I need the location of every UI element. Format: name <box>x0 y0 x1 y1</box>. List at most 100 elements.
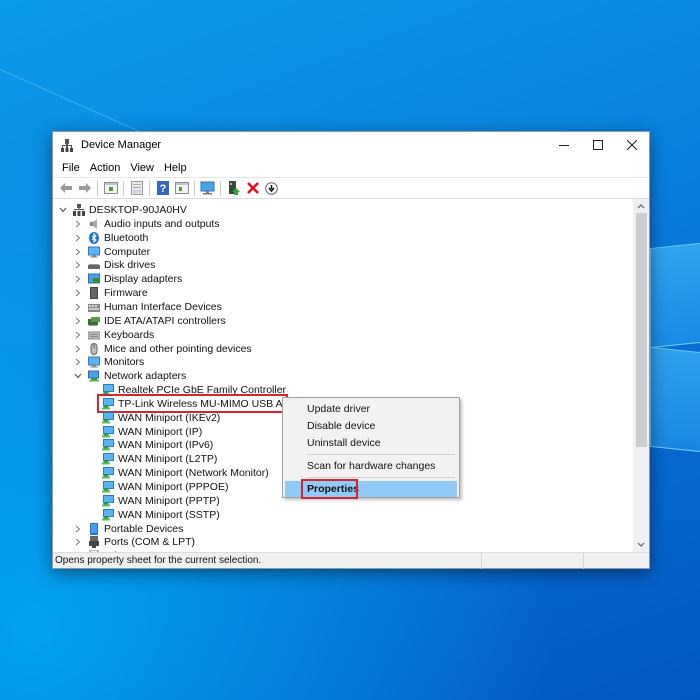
forward-arrow-icon <box>78 183 91 193</box>
expand-chevron-right[interactable] <box>73 260 83 270</box>
tree-category[interactable]: Monitors <box>73 355 145 369</box>
tree-device[interactable]: WAN Miniport (Network Monitor) <box>102 466 270 480</box>
back-button[interactable] <box>57 180 74 197</box>
help-icon: ? <box>156 181 169 195</box>
expand-chevron-right[interactable] <box>73 302 83 312</box>
close-icon <box>627 140 637 150</box>
context-menu-item-update-driver[interactable]: Update driver <box>285 401 457 417</box>
tree-category[interactable]: Mice and other pointing devices <box>73 342 253 356</box>
menu-action[interactable]: Action <box>85 162 126 174</box>
tree-item-label: Display adapters <box>104 273 183 286</box>
net-device-icon <box>102 453 114 465</box>
tree-category[interactable]: Firmware <box>73 286 149 300</box>
tree-item-label: Ports (COM & LPT) <box>104 536 196 549</box>
scroll-down-button[interactable] <box>633 538 649 552</box>
toolbar-separator <box>194 180 195 196</box>
context-menu: Update driver Disable device Uninstall dev… <box>282 397 460 499</box>
context-menu-item-scan-for-hardware-changes[interactable]: Scan for hardware changes <box>285 458 457 474</box>
tree-item-label: Monitors <box>104 356 145 369</box>
close-button[interactable] <box>615 132 649 158</box>
vertical-scrollbar[interactable] <box>633 199 649 552</box>
expand-chevron-right[interactable] <box>73 330 83 340</box>
expand-chevron-right[interactable] <box>73 316 83 326</box>
windows-logo-wallpaper <box>650 241 700 455</box>
minimize-icon <box>559 145 569 146</box>
tree-category[interactable]: Human Interface Devices <box>73 300 223 314</box>
chevron-right-icon <box>75 331 81 339</box>
tree-item-label: Portable Devices <box>104 522 184 535</box>
net-device-icon <box>102 425 114 438</box>
menu-view[interactable]: View <box>125 162 159 174</box>
expand-chevron-down[interactable] <box>58 205 68 215</box>
device-tree: DESKTOP-90JA0HV Audio inputs and outputs B… <box>53 199 633 552</box>
tree-device[interactable]: WAN Miniport (IKEv2) <box>102 411 221 425</box>
tree-category[interactable]: Disk drives <box>73 258 156 272</box>
scroll-up-button[interactable] <box>633 199 649 213</box>
tree-device[interactable]: WAN Miniport (SSTP) <box>102 508 221 522</box>
help-button[interactable]: ? <box>154 180 171 197</box>
toolbar-separator <box>149 180 150 196</box>
properties-sheet-icon <box>130 181 143 195</box>
net-device-icon <box>102 481 114 493</box>
menu-help[interactable]: Help <box>159 162 192 174</box>
tree-category[interactable]: Portable Devices <box>73 522 184 536</box>
show-action-pane-button[interactable] <box>173 180 190 197</box>
chevron-right-icon <box>75 345 81 352</box>
expand-chevron-right[interactable] <box>73 357 83 367</box>
expand-chevron-down[interactable] <box>73 371 83 381</box>
tree-root-computer[interactable]: DESKTOP-90JA0HV <box>58 203 188 217</box>
tree-category[interactable]: Computer <box>73 245 151 259</box>
expand-chevron-right[interactable] <box>73 288 83 298</box>
maximize-button[interactable] <box>581 132 615 158</box>
expand-chevron-right[interactable] <box>73 247 83 257</box>
expand-chevron-right[interactable] <box>73 344 83 354</box>
tree-device[interactable]: WAN Miniport (IP) <box>102 425 203 439</box>
chevron-right-icon <box>75 262 81 269</box>
tree-category[interactable]: Audio inputs and outputs <box>73 217 221 231</box>
uninstall-device-button[interactable] <box>244 180 261 197</box>
chevron-down-icon <box>637 542 645 547</box>
context-menu-item-disable-device[interactable]: Disable device <box>285 418 457 434</box>
toolbar-separator <box>97 180 98 196</box>
minimize-button[interactable] <box>547 132 581 158</box>
tree-item-label: WAN Miniport (Network Monitor) <box>118 467 269 480</box>
tree-device[interactable]: WAN Miniport (PPTP) <box>102 494 221 508</box>
tree-category[interactable]: Network adapters <box>73 369 187 383</box>
tree-device[interactable]: WAN Miniport (IPv6) <box>102 438 214 452</box>
chevron-right-icon <box>75 317 81 325</box>
computer-tree-icon <box>73 204 85 216</box>
disable-device-button[interactable] <box>263 180 280 197</box>
expand-chevron-right[interactable] <box>73 274 83 284</box>
title-bar[interactable]: Device Manager <box>53 132 649 158</box>
menu-file[interactable]: File <box>57 162 85 174</box>
tree-item-label: WAN Miniport (SSTP) <box>118 508 220 521</box>
tree-category[interactable]: Display adapters <box>73 272 183 286</box>
expand-chevron-right[interactable] <box>73 537 83 547</box>
status-panel <box>481 552 583 569</box>
chevron-right-icon <box>75 358 81 366</box>
net-device-icon <box>102 411 114 424</box>
tree-device[interactable]: WAN Miniport (PPPOE) <box>102 480 229 494</box>
tree-category[interactable]: Keyboards <box>73 328 155 342</box>
chevron-up-icon <box>637 204 645 209</box>
properties-button[interactable] <box>128 180 145 197</box>
tree-category[interactable]: Bluetooth <box>73 231 149 245</box>
window-title: Device Manager <box>81 139 162 151</box>
chevron-right-icon <box>75 248 81 255</box>
scrollbar-thumb[interactable] <box>636 213 647 447</box>
scan-hardware-button[interactable] <box>199 180 216 197</box>
expand-chevron-right[interactable] <box>73 219 83 229</box>
context-menu-label: Update driver <box>307 403 371 415</box>
forward-button[interactable] <box>76 180 93 197</box>
expand-chevron-right[interactable] <box>73 524 83 534</box>
tree-device[interactable]: WAN Miniport (L2TP) <box>102 452 218 466</box>
tree-category[interactable]: IDE ATA/ATAPI controllers <box>73 314 227 328</box>
chevron-right-icon <box>75 275 81 283</box>
update-driver-button[interactable] <box>225 180 242 197</box>
status-text: Opens property sheet for the current sel… <box>55 555 262 566</box>
tree-category[interactable]: Ports (COM & LPT) <box>73 535 196 549</box>
show-hide-console-tree-button[interactable] <box>102 180 119 197</box>
context-menu-item-uninstall-device[interactable]: Uninstall device <box>285 435 457 451</box>
chevron-right-icon <box>75 220 81 228</box>
expand-chevron-right[interactable] <box>73 233 83 243</box>
